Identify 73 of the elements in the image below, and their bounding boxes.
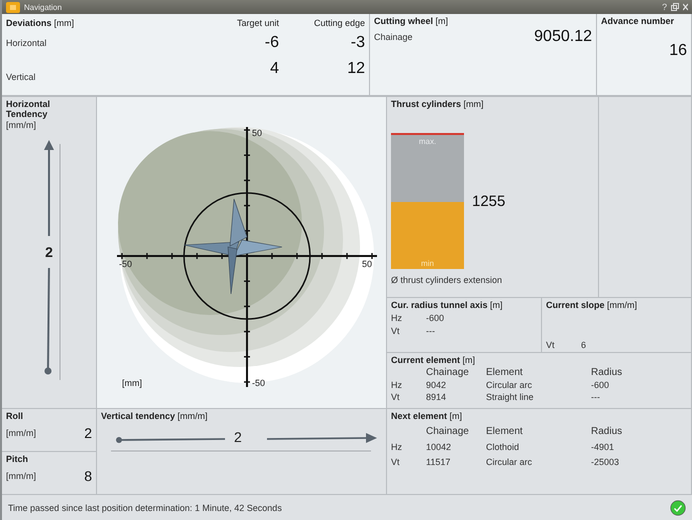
table-cell-text: --- <box>591 392 601 402</box>
panel-title: Horizontal Tendency <box>6 99 51 120</box>
status-text: Time passed since last position determination: 1 Minute, 42 Seconds <box>8 502 282 512</box>
row-label: Vertical <box>6 72 37 82</box>
row-label: Vt <box>391 392 401 402</box>
max-label: max. <box>418 137 438 146</box>
panel-title: Vertical tendency [mm/m] <box>101 411 209 421</box>
app-icon <box>6 2 20 12</box>
slope-value: 6 <box>581 340 588 350</box>
table-cell-text: 8914 <box>426 392 448 402</box>
table-cell-text: Straight line <box>486 392 535 402</box>
row-label: Hz <box>391 380 403 390</box>
axis-label: 50 <box>252 128 262 138</box>
restore-icon[interactable] <box>671 3 679 11</box>
axis-label: -50 <box>252 378 266 388</box>
row-label: Hz <box>391 313 403 323</box>
unit-label: [mm] <box>122 378 142 388</box>
row-label: Chainage <box>374 32 413 42</box>
column-header: Chainage <box>426 426 470 437</box>
row-label: Vt <box>391 326 401 336</box>
advance-value: 16 <box>669 42 687 60</box>
panel-title: Advance number <box>601 16 676 26</box>
panel-title: Cur. radius tunnel axis [m] <box>391 300 504 310</box>
table-cell-text: Circular arc <box>486 380 534 390</box>
close-icon[interactable] <box>683 3 688 11</box>
column-header: Radius <box>591 367 624 378</box>
column-header: Cutting edge <box>312 18 365 28</box>
panel-title: Thrust cylinders [mm] <box>391 99 485 109</box>
tendency-value: 2 <box>234 429 242 445</box>
column-header: Element <box>486 367 524 378</box>
panel-title: Current slope [mm/m] <box>546 300 638 310</box>
help-button[interactable]: ? <box>662 2 667 12</box>
table-cell-text: -25003 <box>591 457 620 467</box>
deviation-value: 4 <box>269 60 279 78</box>
row-label: Hz <box>391 442 403 452</box>
table-cell-text: 10042 <box>426 442 452 452</box>
deviation-value: 12 <box>346 60 365 78</box>
min-label: min <box>420 259 435 268</box>
axis-label: -50 <box>119 259 132 269</box>
table-cell-text: -4901 <box>591 442 616 452</box>
panel-title: Cutting wheel [m] <box>374 16 449 26</box>
column-header: Target unit <box>236 18 279 28</box>
radius-value: --- <box>426 326 436 336</box>
axis-label: 50 <box>362 259 372 269</box>
thrust-value: 1255 <box>472 192 506 210</box>
radius-value: -600 <box>426 313 446 323</box>
table-cell-text: Circular arc <box>486 457 534 467</box>
unit-label: [mm/m] <box>6 120 37 130</box>
table-cell-text: 11517 <box>426 457 452 467</box>
tendency-value: 2 <box>44 244 54 260</box>
reading-value: 2 <box>84 425 92 441</box>
panel-title: Pitch <box>6 454 30 464</box>
reading-value: 8 <box>84 468 92 484</box>
unit-label: [mm/m] <box>6 471 36 481</box>
table-cell-text: 9042 <box>426 380 448 390</box>
unit-label: [mm/m] <box>6 428 36 438</box>
chainage-value: 9050.12 <box>534 28 592 46</box>
table-cell-text: Clothoid <box>486 442 520 452</box>
panel-title: Current element [m] <box>391 355 476 365</box>
row-label: Vt <box>546 340 556 350</box>
column-header: Radius <box>591 426 624 437</box>
panel-title: Next element [m] <box>391 411 464 421</box>
gauge-caption: Ø thrust cylinders extension <box>391 275 504 285</box>
table-cell-text: -600 <box>591 380 610 390</box>
window-title: Navigation <box>24 2 62 12</box>
row-label: Vt <box>391 457 401 467</box>
panel-title: Roll <box>6 411 24 421</box>
row-label: Horizontal <box>6 38 48 48</box>
column-header: Chainage <box>426 367 470 378</box>
deviation-value: -6 <box>264 34 279 52</box>
panel-title: Deviations [mm] <box>6 18 76 28</box>
deviation-value: -3 <box>350 34 365 52</box>
column-header: Element <box>486 426 524 437</box>
